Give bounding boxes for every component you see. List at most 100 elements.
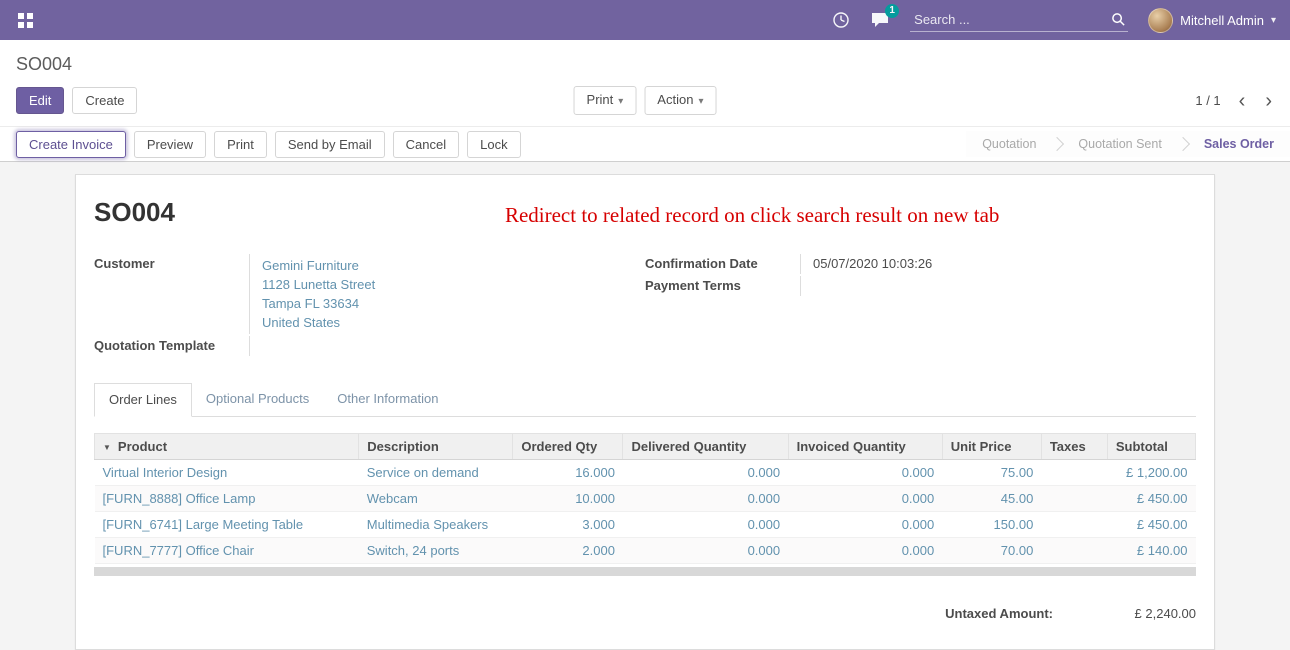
caret-down-icon: ▾: [698, 96, 703, 107]
column-header-invoiced-quantity[interactable]: Invoiced Quantity: [788, 434, 942, 460]
cell-delivered-qty: 0.000: [623, 512, 788, 538]
avatar: [1148, 8, 1173, 33]
form-sheet: SO004 Redirect to related record on clic…: [75, 174, 1215, 650]
pager: 1 / 1 ‹ ›: [1195, 93, 1274, 109]
column-header-ordered-qty[interactable]: Ordered Qty: [513, 434, 623, 460]
table-row[interactable]: [FURN_6741] Large Meeting Table Multimed…: [95, 512, 1196, 538]
table-row[interactable]: Virtual Interior Design Service on deman…: [95, 460, 1196, 486]
cell-product: Virtual Interior Design: [95, 460, 359, 486]
print-dropdown-button[interactable]: Print▾: [574, 86, 637, 115]
print-button[interactable]: Print: [214, 131, 267, 158]
cell-unit-price: 75.00: [942, 460, 1041, 486]
lock-button[interactable]: Lock: [467, 131, 520, 158]
customer-country: United States: [262, 313, 605, 332]
pager-previous-icon[interactable]: ‹: [1237, 93, 1248, 109]
cell-invoiced-qty: 0.000: [788, 512, 942, 538]
cell-description: Multimedia Speakers: [359, 512, 513, 538]
status-step-quotation-sent[interactable]: Quotation Sent: [1036, 131, 1161, 157]
cell-taxes: [1041, 460, 1107, 486]
order-lines-table: ▼ Product Description Ordered Qty Deliver…: [94, 433, 1196, 564]
search-icon[interactable]: [1111, 12, 1126, 27]
tab-order-lines[interactable]: Order Lines: [94, 383, 192, 417]
cell-subtotal: £ 450.00: [1107, 486, 1195, 512]
cell-description: Webcam: [359, 486, 513, 512]
print-label: Print: [587, 92, 614, 107]
pager-next-icon[interactable]: ›: [1263, 93, 1274, 109]
cell-description: Switch, 24 ports: [359, 538, 513, 564]
cell-description: Service on demand: [359, 460, 513, 486]
messages-badge: 1: [885, 4, 899, 18]
column-header-unit-price[interactable]: Unit Price: [942, 434, 1041, 460]
notebook-tabs: Order Lines Optional Products Other Info…: [94, 382, 1196, 417]
tab-other-information[interactable]: Other Information: [323, 383, 452, 417]
table-row[interactable]: [FURN_7777] Office Chair Switch, 24 port…: [95, 538, 1196, 564]
customer-city: Tampa FL 33634: [262, 294, 605, 313]
cell-unit-price: 70.00: [942, 538, 1041, 564]
cell-product: [FURN_6741] Large Meeting Table: [95, 512, 359, 538]
cell-taxes: [1041, 512, 1107, 538]
preview-button[interactable]: Preview: [134, 131, 206, 158]
customer-label: Customer: [94, 254, 249, 334]
cell-ordered-qty: 3.000: [513, 512, 623, 538]
cell-unit-price: 150.00: [942, 512, 1041, 538]
left-field-group: Customer Gemini Furniture 1128 Lunetta S…: [94, 254, 645, 358]
cell-subtotal: £ 1,200.00: [1107, 460, 1195, 486]
activities-clock-icon[interactable]: [832, 11, 850, 29]
user-menu[interactable]: Mitchell Admin ▾: [1148, 8, 1276, 33]
table-header-row: ▼ Product Description Ordered Qty Deliver…: [95, 434, 1196, 460]
cell-taxes: [1041, 538, 1107, 564]
cell-ordered-qty: 2.000: [513, 538, 623, 564]
pager-count: 1 / 1: [1195, 93, 1220, 108]
status-step-sales-order[interactable]: Sales Order: [1162, 131, 1274, 157]
search-input[interactable]: [912, 11, 1111, 28]
table-scrollbar[interactable]: [94, 567, 1196, 576]
product-header-label: Product: [118, 439, 167, 454]
untaxed-amount-value: £ 2,240.00: [1101, 606, 1196, 621]
apps-menu-icon[interactable]: [14, 9, 37, 32]
grid-icon: [18, 13, 33, 28]
customer-name: Gemini Furniture: [262, 256, 605, 275]
quotation-template-label: Quotation Template: [94, 336, 249, 356]
create-button[interactable]: Create: [72, 87, 137, 114]
cell-invoiced-qty: 0.000: [788, 538, 942, 564]
send-by-email-button[interactable]: Send by Email: [275, 131, 385, 158]
cell-invoiced-qty: 0.000: [788, 486, 942, 512]
create-invoice-button[interactable]: Create Invoice: [16, 131, 126, 158]
cell-delivered-qty: 0.000: [623, 538, 788, 564]
payment-terms-value: [800, 276, 1156, 296]
column-header-description[interactable]: Description: [359, 434, 513, 460]
cell-delivered-qty: 0.000: [623, 460, 788, 486]
cell-subtotal: £ 140.00: [1107, 538, 1195, 564]
annotation-note: Redirect to related record on click sear…: [505, 203, 999, 228]
table-row[interactable]: [FURN_8888] Office Lamp Webcam 10.000 0.…: [95, 486, 1196, 512]
breadcrumb: SO004: [0, 40, 1290, 79]
action-label: Action: [657, 92, 693, 107]
confirmation-date-label: Confirmation Date: [645, 254, 800, 274]
column-header-subtotal[interactable]: Subtotal: [1107, 434, 1195, 460]
tab-optional-products[interactable]: Optional Products: [192, 383, 323, 417]
customer-value[interactable]: Gemini Furniture 1128 Lunetta Street Tam…: [249, 254, 605, 334]
cell-delivered-qty: 0.000: [623, 486, 788, 512]
cell-ordered-qty: 16.000: [513, 460, 623, 486]
cell-product: [FURN_8888] Office Lamp: [95, 486, 359, 512]
record-title: SO004: [94, 197, 175, 228]
column-header-delivered-quantity[interactable]: Delivered Quantity: [623, 434, 788, 460]
payment-terms-label: Payment Terms: [645, 276, 800, 296]
column-header-product[interactable]: ▼ Product: [95, 434, 359, 460]
statusbar: Create Invoice Preview Print Send by Ema…: [0, 126, 1290, 162]
customer-street: 1128 Lunetta Street: [262, 275, 605, 294]
status-step-quotation[interactable]: Quotation: [966, 131, 1036, 157]
user-name: Mitchell Admin: [1180, 13, 1264, 28]
messages-icon[interactable]: 1: [870, 11, 890, 29]
column-header-taxes[interactable]: Taxes: [1041, 434, 1107, 460]
untaxed-amount-label: Untaxed Amount:: [945, 606, 1053, 621]
content-area: SO004 Redirect to related record on clic…: [0, 162, 1290, 650]
quotation-template-value: [249, 336, 605, 356]
control-panel: Edit Create Print▾ Action ▾ 1 / 1 ‹ ›: [0, 79, 1290, 126]
sort-caret-icon: ▼: [103, 443, 111, 452]
right-field-group: Confirmation Date 05/07/2020 10:03:26 Pa…: [645, 254, 1196, 358]
cell-taxes: [1041, 486, 1107, 512]
edit-button[interactable]: Edit: [16, 87, 64, 114]
action-dropdown-button[interactable]: Action ▾: [644, 86, 716, 115]
cancel-button[interactable]: Cancel: [393, 131, 459, 158]
